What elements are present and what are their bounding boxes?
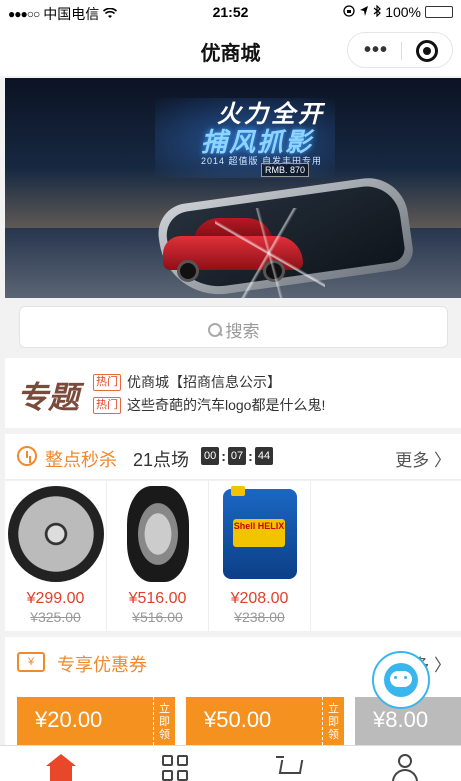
nav-bar: 优商城 •••: [0, 24, 461, 76]
wheel-rim-icon: [8, 486, 104, 582]
coupon-value: ¥20.00: [35, 707, 103, 732]
mini-program-capsule: •••: [347, 32, 453, 68]
countdown-hours: 00: [201, 447, 220, 465]
product-card[interactable]: ¥516.00 ¥516.00: [107, 481, 209, 631]
countdown-timer: 00 : 07 : 44: [201, 447, 274, 465]
topics-section: 专题 热门 优商城【招商信息公示】 热门 这些奇葩的汽车logo都是什么鬼!: [5, 358, 461, 428]
seckill-title: 整点秒杀: [45, 450, 117, 470]
battery-percent: 100%: [385, 4, 421, 20]
customer-service-button[interactable]: [372, 651, 430, 709]
topic-item[interactable]: 热门 这些奇葩的汽车logo都是什么鬼!: [93, 395, 325, 415]
seckill-more-link[interactable]: 更多 〉: [395, 446, 451, 471]
seckill-products: ¥299.00 ¥325.00 ¥516.00 ¥516.00 Shell HE…: [5, 481, 461, 631]
product-card[interactable]: ¥299.00 ¥325.00: [5, 481, 107, 631]
topic-item[interactable]: 热门 优商城【招商信息公示】: [93, 372, 281, 392]
claim-button[interactable]: 立即领: [153, 697, 175, 745]
tire-icon: [127, 486, 189, 582]
coupon-title: 专享优惠券: [57, 655, 147, 675]
countdown-seconds: 44: [254, 447, 274, 465]
glass-crack: [215, 208, 325, 298]
search-section: 搜索: [5, 298, 461, 356]
tab-profile-icon[interactable]: [390, 754, 420, 781]
countdown-minutes: 07: [227, 447, 247, 465]
tab-bar: [0, 745, 461, 781]
product-old-price: ¥325.00: [30, 609, 81, 625]
claim-button[interactable]: 立即领: [322, 697, 344, 745]
search-placeholder: 搜索: [225, 322, 260, 341]
tab-category-icon[interactable]: [161, 754, 191, 781]
page: ●●●○○ 中国电信 21:52 100% 优商城 ••• 火力全开 捕风抓影 …: [0, 0, 461, 781]
product-old-price: ¥238.00: [234, 609, 285, 625]
more-icon[interactable]: •••: [364, 39, 388, 62]
product-card[interactable]: Shell HELIX ¥208.00 ¥238.00: [209, 481, 311, 631]
robot-icon: [384, 663, 418, 697]
product-price: ¥516.00: [128, 590, 187, 607]
location-icon: [359, 4, 369, 20]
promo-banner[interactable]: 火力全开 捕风抓影 2014 超值版 自发丰田专用 RMB. 870: [5, 78, 461, 298]
battery-icon: [425, 6, 453, 18]
coupon-card[interactable]: ¥20.00 立即领: [17, 697, 175, 745]
search-input[interactable]: 搜索: [19, 306, 448, 348]
product-price: ¥208.00: [230, 590, 289, 607]
clock-icon: [17, 446, 37, 466]
capsule-divider: [401, 42, 402, 60]
bluetooth-icon: [373, 4, 382, 20]
topics-label: 专题: [17, 380, 79, 415]
coupon-card[interactable]: ¥50.00 立即领: [186, 697, 344, 745]
banner-price-tag: RMB. 870: [261, 163, 310, 177]
search-icon: [207, 322, 222, 337]
hot-badge: 热门: [93, 373, 121, 391]
status-bar: ●●●○○ 中国电信 21:52 100%: [0, 0, 461, 24]
close-mini-program-icon[interactable]: [416, 40, 438, 62]
topic-text: 优商城【招商信息公示】: [127, 374, 281, 390]
tab-home-icon[interactable]: [46, 754, 76, 781]
product-price: ¥299.00: [26, 590, 85, 607]
seckill-session: 21点场: [133, 450, 190, 470]
coupon-value: ¥8.00: [373, 707, 429, 732]
engine-oil-icon: Shell HELIX: [223, 486, 297, 579]
coupon-value: ¥50.00: [204, 707, 272, 732]
topic-text: 这些奇葩的汽车logo都是什么鬼!: [127, 397, 326, 413]
seckill-header: 整点秒杀 21点场 00 : 07 : 44 更多 〉: [5, 434, 461, 480]
oil-label: Shell HELIX: [233, 519, 285, 547]
hot-badge: 热门: [93, 396, 121, 414]
coupon-icon: ¥: [17, 652, 45, 672]
tab-cart-icon[interactable]: [276, 754, 306, 781]
product-old-price: ¥516.00: [132, 609, 183, 625]
rotation-lock-icon: [343, 4, 355, 20]
